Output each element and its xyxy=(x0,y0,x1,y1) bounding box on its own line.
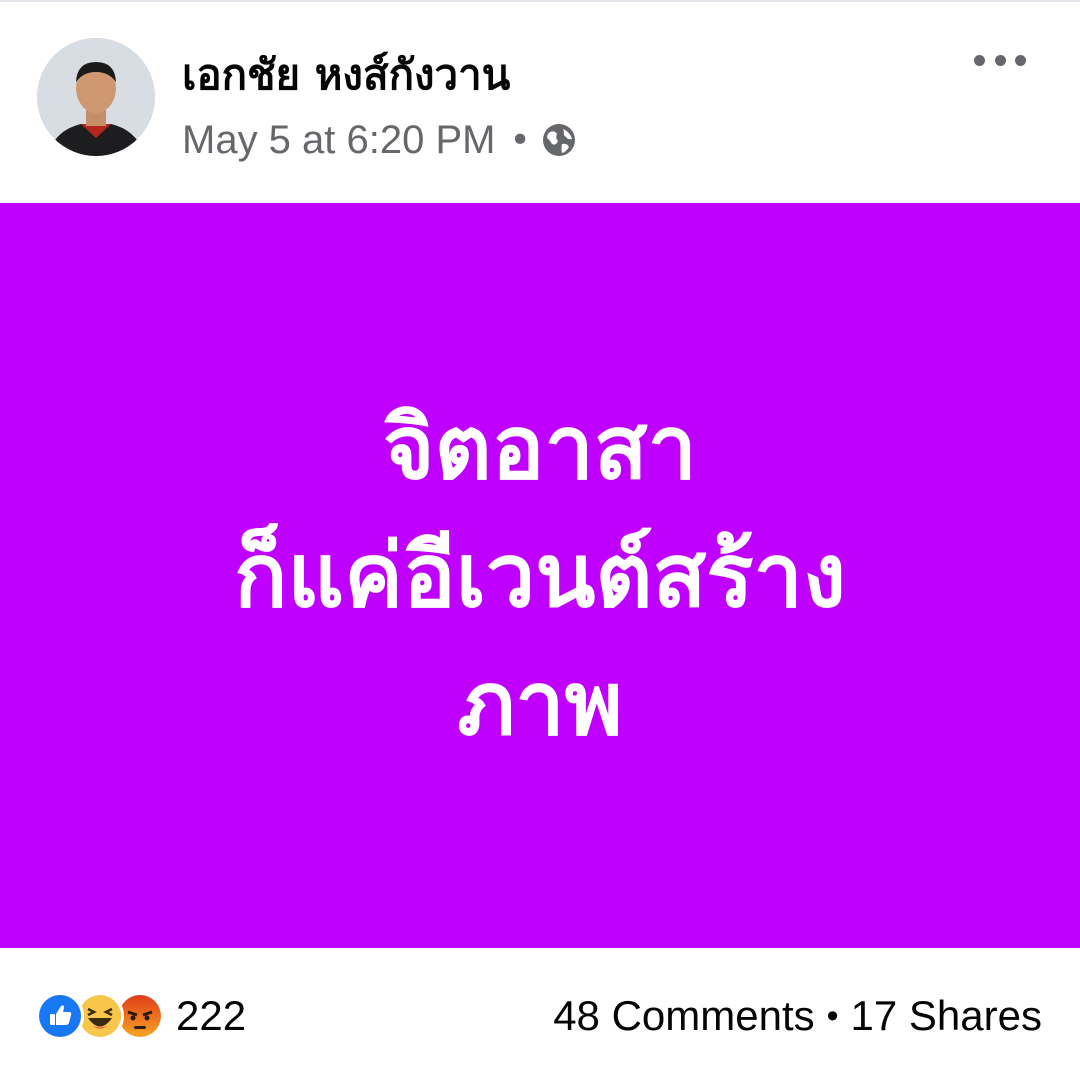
reactions-summary[interactable]: 222 xyxy=(36,991,246,1041)
engagement-stats: 48 Comments • 17 Shares xyxy=(553,991,1042,1041)
post-footer: 222 48 Comments • 17 Shares xyxy=(0,948,1080,1077)
meta-separator: • xyxy=(509,119,531,161)
more-options-icon[interactable] xyxy=(968,42,1032,78)
avatar[interactable] xyxy=(37,38,155,156)
post-text: จิตอาสา ก็แค่อีเวนต์สร้าง ภาพ xyxy=(234,384,846,768)
stats-separator: • xyxy=(826,996,839,1035)
post-timestamp[interactable]: May 5 at 6:20 PM xyxy=(182,118,495,163)
globe-icon[interactable] xyxy=(541,122,577,158)
post-text-line-2: ก็แค่อีเวนต์สร้าง xyxy=(234,523,846,627)
post-text-line-3: ภาพ xyxy=(457,651,623,755)
post-header: เอกชัย หงส์กังวาน May 5 at 6:20 PM • xyxy=(0,0,1080,202)
post-text-line-1: จิตอาสา xyxy=(382,395,698,499)
shares-count[interactable]: 17 Shares xyxy=(851,992,1042,1040)
post-content[interactable]: จิตอาสา ก็แค่อีเวนต์สร้าง ภาพ xyxy=(0,203,1080,948)
post-meta: May 5 at 6:20 PM • xyxy=(182,115,577,165)
reaction-count: 222 xyxy=(176,992,247,1039)
comments-count[interactable]: 48 Comments xyxy=(553,992,814,1040)
like-icon xyxy=(36,992,84,1040)
author-name[interactable]: เอกชัย หงส์กังวาน xyxy=(182,42,510,108)
